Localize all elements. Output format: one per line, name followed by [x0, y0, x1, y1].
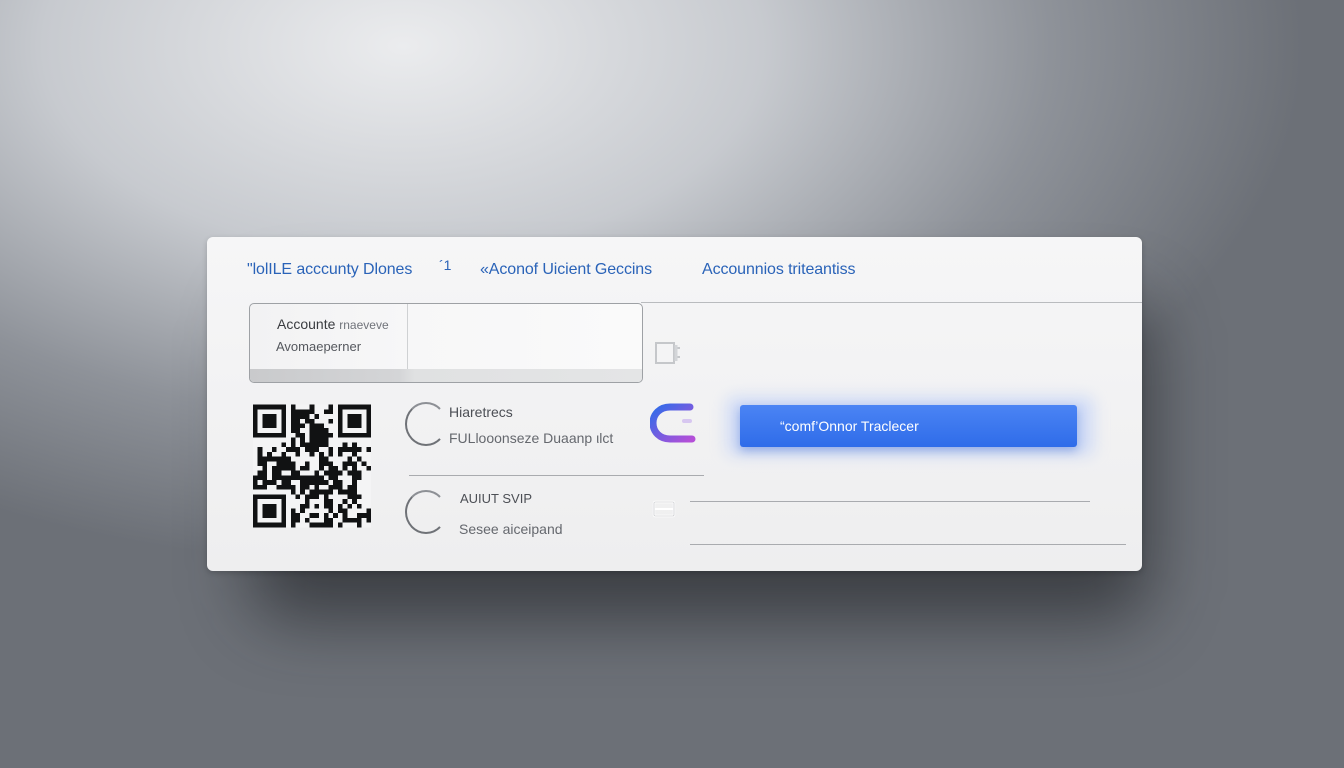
option-2-divider-bottom	[690, 544, 1126, 545]
account-label-faint: rnaeveve	[339, 318, 389, 332]
option-2-subtitle: Sesee aiceipand	[459, 521, 563, 537]
option-1-subtitle: FULlooonseze Duaanp ιlct	[449, 430, 614, 446]
option-1-title: Hiaretrecs	[449, 404, 513, 420]
account-label: Accounte rnaeveve	[277, 316, 389, 332]
option-2-title: AUIUT SVIP	[460, 491, 533, 506]
brand-icon	[650, 403, 696, 443]
card-icon[interactable]	[651, 499, 677, 519]
option-radio-2[interactable]	[405, 490, 447, 534]
tab-account-transfers[interactable]: Accounnios triteantiss	[702, 261, 856, 279]
qr-code-icon[interactable]	[253, 404, 371, 528]
account-value: Avomaeperner	[276, 339, 362, 354]
option-radio-1[interactable]	[405, 402, 447, 446]
tab-marker: ´1	[439, 257, 452, 273]
tabs-divider	[641, 302, 1142, 303]
tab-account-verification[interactable]: «Aconof Uicient Geccins	[480, 261, 652, 279]
option-divider	[409, 475, 704, 476]
tab-mobile-account[interactable]: "lolILE acccunty Dlones	[247, 261, 412, 279]
account-name-field[interactable]: Accounte rnaeveve Avomaeperner	[249, 303, 643, 383]
field-footer	[250, 369, 642, 382]
option-2-divider-top	[690, 501, 1090, 502]
confirm-transfer-button[interactable]: “comf’Onnor Traclecer	[740, 405, 1077, 447]
account-label-main: Accounte	[277, 316, 336, 332]
document-icon[interactable]	[654, 339, 684, 367]
account-panel: "lolILE acccunty Dlones ´1 «Aconof Uicie…	[207, 237, 1142, 571]
